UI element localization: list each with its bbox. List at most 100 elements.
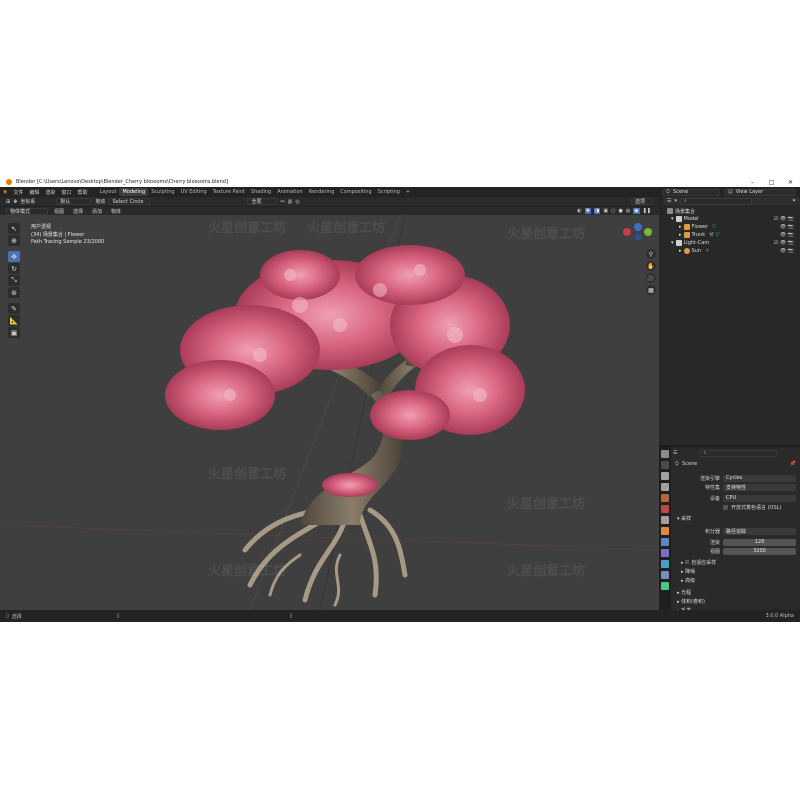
blender-menu-icon[interactable]: ◉ (0, 189, 10, 195)
proportional-edit-icon[interactable]: ◎ (295, 199, 299, 205)
tab-animation[interactable]: Animation (274, 188, 306, 196)
physics-tab-icon[interactable] (661, 560, 669, 568)
link-icon[interactable]: ⚯ (280, 199, 284, 205)
outliner-editor-icon[interactable]: ☰ (667, 198, 671, 204)
scene-tab-icon[interactable] (661, 494, 669, 502)
adaptive-sampling-checkbox[interactable] (685, 560, 690, 564)
visibility-toggles[interactable]: 👁 📷 (780, 248, 794, 254)
collection-tab-icon[interactable] (661, 516, 669, 524)
device-dropdown[interactable]: CPU (723, 494, 796, 502)
tab-layout[interactable]: Layout (96, 188, 119, 196)
mode-dropdown[interactable]: 物体模式 (6, 207, 48, 215)
3d-viewport[interactable]: 火星创意工坊 火星创意工坊 火星创意工坊 火星创意工坊 火星创意工坊 火星创意工… (0, 215, 659, 610)
viewport-samples-field[interactable]: 3200 (723, 547, 796, 555)
pivot-dropdown[interactable]: 全局 (247, 198, 278, 205)
tab-scripting[interactable]: Scripting (375, 188, 403, 196)
add-cube-tool-icon[interactable]: ▣ (8, 327, 20, 338)
expand-icon[interactable]: ▸ (679, 232, 682, 238)
pause-icon[interactable]: ❚❚ (643, 208, 651, 214)
outliner-search[interactable]: ⌕ (680, 197, 752, 205)
menu-file[interactable]: 文件 (10, 189, 26, 196)
xray-icon[interactable]: ▣ (603, 208, 608, 214)
outliner-display-icon[interactable]: ▾ (674, 198, 677, 204)
adaptive-sampling-subsection[interactable]: ▸ 自适应采样 (681, 559, 716, 566)
tab-rendering[interactable]: Rendering (306, 188, 338, 196)
outliner-item-flower[interactable]: ▸ Flower ▽ 👁 📷 (663, 223, 800, 231)
render-engine-dropdown[interactable]: Cycles (723, 474, 796, 482)
visibility-toggles[interactable]: 👁 📷 (780, 224, 794, 230)
filter-icon[interactable]: ⏷ (792, 198, 796, 204)
navigation-gizmo[interactable] (623, 223, 652, 241)
measure-tool-icon[interactable]: 📐 (8, 315, 20, 326)
data-tab-icon[interactable] (661, 582, 669, 590)
integrator-dropdown[interactable]: 路径追踪 (723, 527, 796, 535)
pan-icon[interactable]: ✋ (646, 261, 656, 271)
visibility-toggles[interactable]: ☑ 👁 📷 (774, 216, 794, 222)
shading-wireframe-icon[interactable]: ○ (611, 208, 615, 214)
menu-help[interactable]: 帮助 (74, 189, 90, 196)
outliner-item-trunk[interactable]: ▸ Trunk ⚒ ▽ 👁 📷 (663, 231, 800, 239)
sampling-section-header[interactable]: ▾ 采样 (677, 515, 691, 522)
world-tab-icon[interactable] (661, 505, 669, 513)
outliner-item-sun[interactable]: ▸ Sun ☼ 👁 📷 (663, 247, 800, 255)
perspective-toggle-icon[interactable]: ▦ (646, 285, 656, 295)
cursor-tool-icon[interactable]: ⊕ (8, 235, 20, 246)
output-tab-icon[interactable] (661, 472, 669, 480)
light-paths-section[interactable]: ▸ 光程 (677, 589, 691, 596)
pin-icon[interactable]: 📌 (790, 461, 796, 467)
expand-icon[interactable]: ▸ (679, 224, 682, 230)
shading-solid-icon[interactable]: ● (618, 208, 622, 214)
feature-set-dropdown[interactable]: 支持特性 (723, 483, 796, 491)
expand-icon[interactable]: ▾ (671, 216, 674, 222)
tab-texture-paint[interactable]: Texture Paint (210, 188, 248, 196)
menu-select[interactable]: 选择 (70, 208, 86, 215)
minimize-button[interactable]: – (743, 179, 762, 186)
gizmo-toggle-icon[interactable]: ✥ (584, 208, 591, 214)
view-layer-selector[interactable]: ▤ View Layer (724, 188, 796, 196)
select-mode-dropdown[interactable]: Select Circle (108, 198, 151, 205)
properties-search[interactable]: ⌕ (699, 449, 778, 457)
render-samples-field[interactable]: 128 (723, 538, 796, 546)
move-tool-icon[interactable]: ✥ (8, 251, 20, 262)
tab-uv-editing[interactable]: UV Editing (178, 188, 210, 196)
shading-rendered-icon[interactable]: ◉ (633, 208, 640, 214)
modifier-tab-icon[interactable] (661, 538, 669, 546)
tool-tab-icon[interactable] (661, 450, 669, 458)
menu-object[interactable]: 物体 (108, 208, 124, 215)
denoise-subsection[interactable]: ▸ 降噪 (681, 568, 695, 575)
expand-icon[interactable]: ▸ (679, 248, 682, 254)
scale-tool-icon[interactable]: ⤡ (8, 275, 20, 286)
zoom-icon[interactable]: ⚲ (646, 249, 656, 259)
constraints-tab-icon[interactable] (661, 571, 669, 579)
object-tab-icon[interactable] (661, 527, 669, 535)
transform-icon[interactable]: ✥ (13, 199, 17, 205)
rotate-tool-icon[interactable]: ↻ (8, 263, 20, 274)
camera-view-icon[interactable]: 🎥 (646, 273, 656, 283)
tab-sculpting[interactable]: Sculpting (148, 188, 177, 196)
scene-selector[interactable]: ⛭ Scene (662, 188, 720, 196)
annotate-tool-icon[interactable]: ✎ (8, 303, 20, 314)
menu-add[interactable]: 添加 (89, 208, 105, 215)
add-workspace-button[interactable]: + (403, 188, 413, 196)
menu-edit[interactable]: 编辑 (26, 189, 42, 196)
visibility-toggles[interactable]: 👁 📷 (780, 232, 794, 238)
view-layer-tab-icon[interactable] (661, 483, 669, 491)
menu-window[interactable]: 窗口 (58, 189, 74, 196)
tab-modeling[interactable]: Modeling (119, 188, 149, 196)
menu-view[interactable]: 视图 (51, 208, 67, 215)
tab-shading[interactable]: Shading (248, 188, 274, 196)
visibility-icon[interactable]: ◐ (577, 208, 581, 214)
options-dropdown[interactable]: 选项 (631, 198, 653, 205)
maximize-button[interactable]: □ (762, 179, 781, 186)
outliner-item-light-cam[interactable]: ▾ Light-Cam ☑ 👁 📷 (663, 239, 800, 247)
transform-tool-icon[interactable]: ⊛ (8, 287, 20, 298)
volumes-section[interactable]: ▸ 体积(卷积) (677, 598, 705, 605)
orientation-dropdown[interactable]: 默认 (56, 198, 93, 205)
expand-icon[interactable]: ▾ (671, 240, 674, 246)
tab-compositing[interactable]: Compositing (337, 188, 374, 196)
overlay-toggle-icon[interactable]: ◑ (594, 208, 601, 214)
menu-render[interactable]: 渲染 (42, 189, 58, 196)
particles-tab-icon[interactable] (661, 549, 669, 557)
outliner-item-model[interactable]: ▾ Model ☑ 👁 📷 (663, 215, 800, 223)
outliner-item-scene-collection[interactable]: 场景集合 (663, 207, 800, 215)
